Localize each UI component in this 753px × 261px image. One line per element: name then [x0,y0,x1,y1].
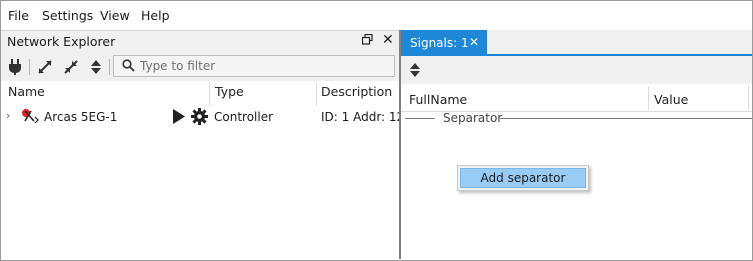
column-divider[interactable] [316,82,317,106]
separator-line [405,118,435,119]
toolbar-divider [109,59,110,75]
network-explorer-header: Network Explorer ✕ [1,30,399,53]
menu-settings[interactable]: Settings [42,8,93,23]
controller-status-icon [21,108,39,128]
tab-close-icon[interactable]: ✕ [469,35,479,49]
plug-icon[interactable] [6,58,24,76]
context-menu: Add separator [457,165,589,191]
signals-toolbar [401,56,752,84]
separator-line [500,118,752,119]
column-header-fullname[interactable]: FullName [409,92,467,107]
expand-all-icon[interactable] [36,58,54,76]
menu-item-add-separator[interactable]: Add separator [460,168,586,188]
menu-help[interactable]: Help [141,8,170,23]
expand-chevron-icon[interactable]: › [6,109,10,122]
separator-label[interactable]: Separator [443,111,502,125]
play-icon[interactable] [172,109,185,127]
column-divider[interactable] [748,86,749,110]
toolbar-divider [29,59,30,75]
row-type: Controller [214,110,274,124]
tab-signals-label: Signals: 1 [410,36,469,50]
gear-icon[interactable] [191,108,208,128]
row-description: ID: 1 Addr: 127. [321,110,399,124]
network-explorer-title: Network Explorer [7,34,116,49]
column-divider[interactable] [209,82,210,106]
column-header-name[interactable]: Name [8,84,45,106]
tab-signals[interactable]: Signals: 1 ✕ [401,30,487,56]
row-name: Arcas 5EG-1 [44,110,118,124]
column-divider[interactable] [648,86,649,110]
menu-bar: File Settings View Help [1,1,752,29]
search-icon [122,59,135,75]
menu-file[interactable]: File [8,8,29,23]
sort-icon[interactable] [406,61,424,79]
column-header-description[interactable]: Description [321,84,392,106]
sort-icon[interactable] [87,58,105,76]
filter-input[interactable] [140,57,388,75]
filter-box [113,55,395,77]
column-header-value[interactable]: Value [654,92,688,107]
collapse-all-icon[interactable] [62,58,80,76]
restore-window-icon[interactable] [361,33,373,48]
menu-view[interactable]: View [100,8,130,23]
column-header-type[interactable]: Type [215,84,244,106]
close-icon[interactable]: ✕ [382,32,394,48]
